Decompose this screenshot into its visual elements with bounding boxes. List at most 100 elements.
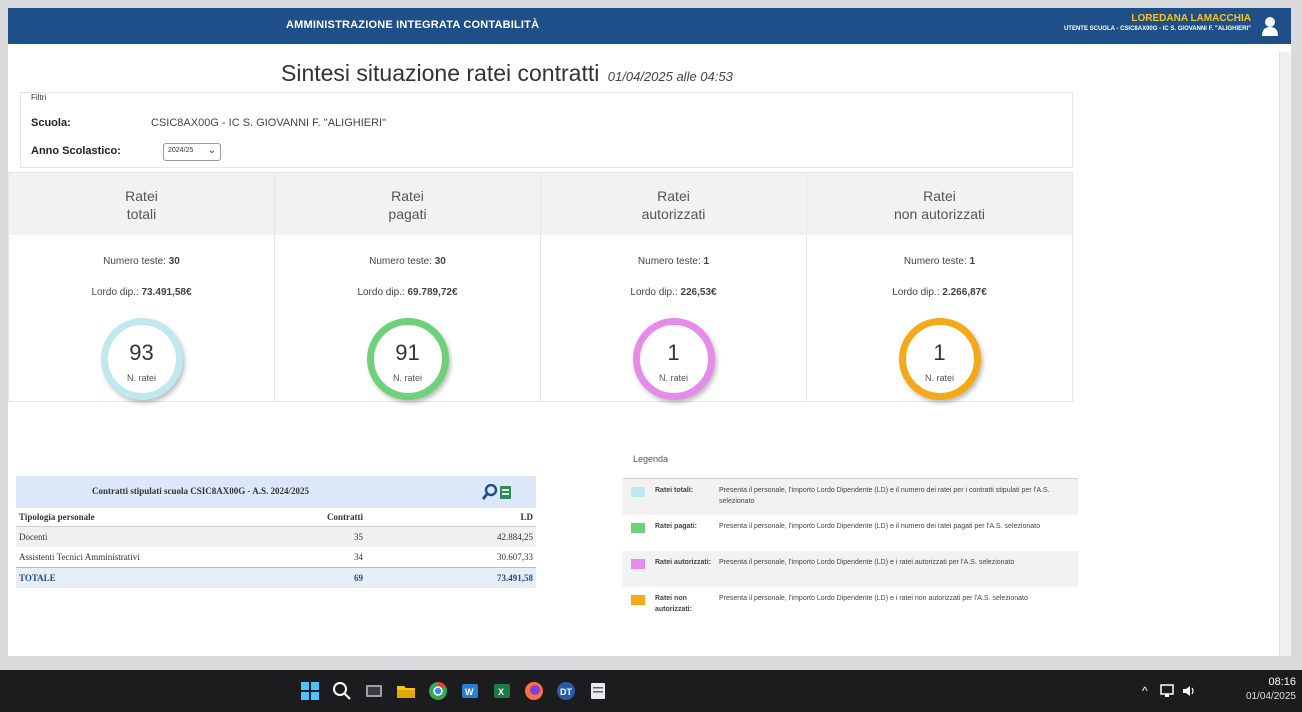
teste-value: 30 [168, 256, 180, 267]
legend-swatch [631, 487, 645, 497]
card-teste: Numero teste: 30 [275, 256, 540, 267]
summary-card: Ratei pagati Numero teste: 30 Lordo dip.: 6… [274, 172, 540, 402]
user-name: LOREDANA LAMACCHIA [1131, 13, 1251, 24]
col-ld: LD [366, 508, 536, 527]
legend-row: Ratei non autorizzati: Presenta il person… [623, 587, 1078, 623]
teste-label: Numero teste: [637, 256, 701, 267]
legend-swatch [631, 559, 645, 569]
teste-value: 1 [703, 256, 710, 267]
user-info[interactable]: LOREDANA LAMACCHIA UTENTE SCUOLA - CSIC8… [1064, 13, 1251, 32]
teste-value: 30 [434, 256, 446, 267]
app-title: AMMINISTRAZIONE INTEGRATA CONTABILITÀ [286, 19, 540, 31]
dt-app-icon[interactable]: DT [556, 681, 576, 701]
legend-row: Ratei totali: Presenta il personale, l'im… [623, 479, 1078, 515]
teste-label: Numero teste: [903, 256, 967, 267]
ratei-count: 1 [933, 340, 946, 365]
card-header: Ratei pagati [275, 173, 540, 235]
summary-card: Ratei non autorizzati Numero teste: 1 Lordo… [806, 172, 1073, 402]
legend-name: Ratei pagati: [655, 523, 698, 530]
legend-row: Ratei autorizzati: Presenta il personale,… [623, 551, 1078, 587]
search-icon[interactable] [332, 681, 352, 701]
school-value: CSIC8AX00G - IC S. GIOVANNI F. "ALIGHIER… [151, 117, 386, 129]
top-header-bar: AMMINISTRAZIONE INTEGRATA CONTABILITÀ LO… [8, 8, 1291, 44]
ratei-count-label: N. ratei [126, 373, 156, 383]
table-row: Docenti 35 42.884,25 [16, 526, 536, 547]
year-select-value: 2024/25 [168, 147, 194, 154]
card-header: Ratei autorizzati [541, 173, 806, 235]
total-contratti: 69 [246, 567, 366, 588]
lordo-value: 73.491,58€ [141, 287, 192, 298]
card-teste: Numero teste: 1 [541, 256, 806, 267]
year-select[interactable]: 2024/25 ⌄ [163, 143, 221, 161]
legend-desc: Presenta il personale, l'importo Lordo D… [719, 595, 1028, 602]
table-header-row: Tipologia personale Contratti LD [16, 508, 536, 527]
summary-cards: Ratei totali Numero teste: 30 Lordo dip.: 7… [8, 172, 1073, 402]
task-view-icon[interactable] [364, 681, 384, 701]
excel-icon[interactable]: X [492, 681, 512, 701]
contracts-table-header: Contratti stipulati scuola CSIC8AX00G - … [16, 476, 536, 508]
chrome-icon[interactable] [428, 681, 448, 701]
row-ld: 30.607,33 [497, 552, 533, 562]
legend-swatch [631, 595, 645, 605]
ratei-circle: 93 N. ratei [91, 318, 193, 400]
chevron-up-icon[interactable]: ^ [1142, 684, 1148, 698]
lordo-label: Lordo dip.: [357, 287, 405, 298]
year-label: Anno Scolastico: [31, 145, 121, 157]
filters-label: Filtri [31, 93, 47, 102]
legend-name: Ratei autorizzati: [655, 559, 712, 566]
card-header: Ratei totali [9, 173, 274, 235]
card-teste: Numero teste: 30 [9, 256, 274, 267]
card-title-line2: pagati [388, 206, 427, 222]
user-role: UTENTE SCUOLA - CSIC8AX00G - IC S. GIOVA… [1063, 26, 1251, 32]
card-title-line1: Ratei [923, 188, 956, 204]
word-icon[interactable]: W [460, 681, 480, 701]
chevron-down-icon: ⌄ [207, 145, 216, 156]
ratei-circle: 91 N. ratei [357, 318, 459, 400]
svg-text:X: X [498, 687, 504, 697]
vertical-scrollbar[interactable] [1279, 52, 1291, 656]
ratei-count-label: N. ratei [658, 373, 688, 383]
svg-text:DT: DT [560, 687, 572, 697]
excel-export-icon[interactable] [500, 486, 511, 499]
screen: AMMINISTRAZIONE INTEGRATA CONTABILITÀ LO… [0, 0, 1302, 712]
contracts-table-panel: Contratti stipulati scuola CSIC8AX00G - … [16, 476, 536, 588]
filters-panel: Filtri Scuola: CSIC8AX00G - IC S. GIOVAN… [20, 92, 1073, 168]
card-lordo: Lordo dip.: 73.491,58€ [9, 287, 274, 298]
file-explorer-icon[interactable] [396, 681, 416, 701]
card-teste: Numero teste: 1 [807, 256, 1072, 267]
search-icon[interactable] [481, 483, 498, 500]
legend-desc: Presenta il personale, l'importo Lordo D… [719, 487, 1050, 505]
row-tipo: Docenti [16, 526, 246, 547]
row-ld: 42.884,25 [366, 526, 536, 547]
windows-start-icon[interactable] [300, 681, 320, 701]
network-icon[interactable] [1160, 684, 1176, 698]
lordo-value: 226,53€ [680, 287, 717, 298]
notepad-icon[interactable] [588, 681, 608, 701]
total-ld: 73.491,58 [366, 567, 536, 588]
card-title-line2: autorizzati [641, 206, 706, 222]
lordo-label: Lordo dip.: [630, 287, 678, 298]
row-contratti: 34 [354, 552, 363, 562]
user-icon[interactable] [1261, 16, 1279, 36]
system-clock[interactable]: 08:16 01/04/2025 [1246, 676, 1296, 702]
card-header: Ratei non autorizzati [807, 173, 1072, 235]
row-tipo: Assistenti Tecnici Amministrativi [19, 552, 140, 562]
teste-label: Numero teste: [103, 256, 166, 267]
table-total-row: TOTALE 69 73.491,58 [16, 567, 536, 588]
page-timestamp: 01/04/2025 alle 04:53 [607, 69, 733, 84]
summary-card: Ratei autorizzati Numero teste: 1 Lordo dip… [540, 172, 806, 402]
lordo-label: Lordo dip.: [892, 287, 940, 298]
legend-swatch [631, 523, 645, 533]
ratei-count: 1 [667, 340, 680, 365]
card-lordo: Lordo dip.: 69.789,72€ [275, 287, 540, 298]
firefox-icon[interactable] [524, 681, 544, 701]
contracts-table: Tipologia personale Contratti LD Docenti… [16, 508, 536, 588]
teste-value: 1 [969, 256, 976, 267]
legend-panel: Legenda Ratei totali: Presenta il persona… [623, 454, 1078, 623]
ratei-count: 91 [395, 340, 420, 365]
volume-icon[interactable] [1182, 684, 1198, 698]
table-row: Assistenti Tecnici Amministrativi 34 30.… [16, 547, 536, 568]
clock-date: 01/04/2025 [1245, 691, 1296, 702]
taskbar: W X DT ^ 08:16 01/04/2025 [0, 670, 1302, 712]
page-heading: Sintesi situazione ratei contratti 01/04… [281, 60, 733, 87]
